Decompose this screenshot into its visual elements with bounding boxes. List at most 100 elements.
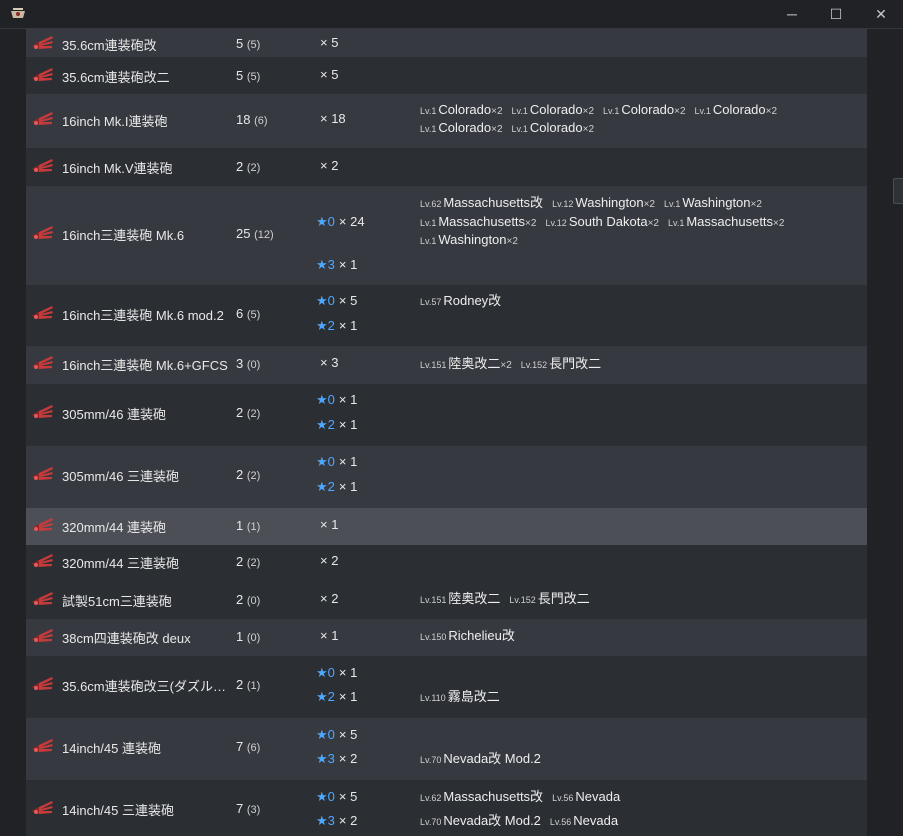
equipment-row[interactable]: 320mm/44 三連装砲 2 (2) × 2 <box>26 545 867 582</box>
count-unused: (2) <box>246 470 261 482</box>
ship-entry[interactable]: Lv.56 Nevada <box>550 811 618 832</box>
ship-line: Lv.1 Washington×2 <box>420 230 527 251</box>
ship-multiplier: ×2 <box>647 218 659 229</box>
ship-name: Washington <box>575 195 644 210</box>
count-total: 2 <box>236 467 244 482</box>
ship-entry[interactable]: Lv.12 South Dakota×2 <box>545 212 659 233</box>
main-gun-icon <box>32 592 53 605</box>
ship-level: Lv.1 <box>511 124 528 134</box>
equipment-row[interactable]: 35.6cm連装砲改三(ダズル迷彩仕様)2 (1)★0× 1★2× 1Lv.11… <box>26 656 867 718</box>
minimize-button[interactable]: ─ <box>770 0 814 28</box>
main-gun-icon <box>32 467 53 480</box>
improvement-star: ★0 <box>316 665 335 680</box>
ship-entry[interactable]: Lv.152 長門改二 <box>509 589 589 610</box>
ship-entry[interactable]: Lv.1 Colorado×2 <box>695 100 778 121</box>
vertical-scrollbar[interactable] <box>888 29 903 836</box>
equipment-name: 16inch Mk.V連装砲 <box>62 161 173 176</box>
equipment-row[interactable]: 16inch三連装砲 Mk.6 25 (12) ★0 × 24 ★3 × 1 Lv.62 Ma… <box>26 186 867 285</box>
equipment-count: 5 (5) <box>236 68 260 83</box>
main-gun-icon <box>32 739 53 752</box>
improvement-level: ★2 × 1 <box>316 417 357 433</box>
ship-level: Lv.12 <box>552 199 574 209</box>
improvement-level: × 5 <box>316 67 338 82</box>
improvement-star: ★2 <box>316 479 335 494</box>
equipment-row[interactable]: 35.6cm連装砲改 5 (5) × 5 <box>26 29 867 57</box>
improvement-count: × 1 <box>338 479 358 494</box>
ship-level: Lv.70 <box>420 817 442 827</box>
ship-line: Lv.110 霧島改二 <box>420 687 509 708</box>
main-gun-icon <box>32 356 53 369</box>
ship-entry[interactable]: Lv.70 Nevada改 Mod.2 <box>420 811 541 832</box>
main-gun-icon <box>32 112 53 125</box>
ship-level: Lv.1 <box>420 218 437 228</box>
equipment-row[interactable]: 試製51cm三連装砲 2 (0) × 2 Lv.151 陸奥改二 Lv.152 長門改二 <box>26 582 867 619</box>
improvement-level: × 2 <box>316 591 338 606</box>
ship-entry[interactable]: Lv.12 Washington×2 <box>552 193 655 214</box>
ship-entry[interactable]: Lv.1 Colorado×2 <box>603 100 686 121</box>
improvement-level: ★0 × 5 <box>316 293 357 309</box>
ship-entry[interactable]: Lv.56 Nevada <box>552 787 620 808</box>
improvement-count: × 2 <box>320 158 339 173</box>
ship-multiplier: ×2 <box>582 124 595 135</box>
equipment-row[interactable]: 16inch Mk.V連装砲 2 (2) × 2 <box>26 148 867 186</box>
ship-name: Colorado <box>712 102 766 117</box>
equipment-row[interactable]: 14inch/45 連装砲 7 (6) ★0 × 5 ★3 × 2 Lv.70 Nevada改… <box>26 718 867 780</box>
equipment-row[interactable]: 38cm四連装砲改 deux 1 (0) × 1 Lv.150 Richelieu改 <box>26 619 867 656</box>
ship-entry[interactable]: Lv.1 Massachusetts×2 <box>668 212 784 233</box>
ship-entry[interactable]: Lv.151 陸奥改二 <box>420 589 500 610</box>
improvement-count: × 2 <box>338 813 358 828</box>
count-unused: (5) <box>246 71 261 83</box>
equipment-row[interactable]: 320mm/44 連装砲 1 (1) × 1 <box>26 508 867 545</box>
improvement-count: × 1 <box>320 628 339 643</box>
improvement-count: × 24 <box>338 214 365 229</box>
ship-entry[interactable]: Lv.150 Richelieu改 <box>420 626 515 647</box>
ship-level: Lv.56 <box>552 793 574 803</box>
count-unused: (5) <box>246 309 261 321</box>
maximize-button[interactable]: ☐ <box>814 0 858 28</box>
ship-multiplier: ×2 <box>674 106 686 117</box>
ship-name: 陸奥改二 <box>448 356 501 371</box>
ship-entry[interactable]: Lv.70 Nevada改 Mod.2 <box>420 749 541 770</box>
ship-level: Lv.57 <box>420 297 442 307</box>
improvement-star: ★0 <box>316 214 335 229</box>
ship-level: Lv.1 <box>420 106 437 116</box>
improvement-count: × 1 <box>338 454 358 469</box>
improvement-count: × 2 <box>338 751 358 766</box>
ship-entry[interactable]: Lv.57 Rodney改 <box>420 291 501 312</box>
equipment-name: 16inch三連装砲 Mk.6 mod.2 <box>62 308 224 323</box>
equipment-row[interactable]: 35.6cm連装砲改二 5 (5) × 5 <box>26 57 867 94</box>
ship-name: 長門改二 <box>537 591 590 606</box>
scrollbar-thumb[interactable] <box>893 178 903 204</box>
ship-entry[interactable]: Lv.152 長門改二 <box>521 354 601 375</box>
equipment-row[interactable]: 305mm/46 三連装砲 2 (2) ★0 × 1 ★2 × 1 <box>26 446 867 508</box>
ship-name: Nevada改 Mod.2 <box>443 751 541 766</box>
equipment-row[interactable]: 16inch Mk.I連装砲 18 (6) × 18 Lv.1 Colorado×2 Lv… <box>26 94 867 148</box>
equipment-name: 35.6cm連装砲改三(ダズル迷彩仕様) <box>62 679 230 694</box>
equipment-row[interactable]: 14inch/45 三連装砲 7 (3) ★0 × 5 ★3 × 2 Lv.62 Massac… <box>26 780 867 836</box>
close-button[interactable]: ✕ <box>859 0 903 28</box>
improvement-count: × 1 <box>320 517 339 532</box>
equipment-name: 320mm/44 三連装砲 <box>62 556 180 571</box>
main-gun-icon <box>32 226 53 239</box>
equipment-row[interactable]: 305mm/46 連装砲 2 (2) ★0 × 1 ★2 × 1 <box>26 384 867 446</box>
improvement-count: × 5 <box>338 727 358 742</box>
count-total: 1 <box>236 629 244 644</box>
equipment-count: 5 (5) <box>236 36 260 51</box>
ship-entry[interactable]: Lv.1 Colorado×2 <box>420 118 503 139</box>
improvement-level: × 18 <box>316 111 346 126</box>
ship-entry[interactable]: Lv.1 Colorado×2 <box>512 118 595 139</box>
ship-entry[interactable]: Lv.1 Washington×2 <box>420 230 518 251</box>
count-total: 2 <box>236 677 244 692</box>
count-total: 7 <box>236 801 244 816</box>
equipment-count: 1 (0) <box>236 629 260 644</box>
ship-entry[interactable]: Lv.1 Washington×2 <box>664 193 762 214</box>
ship-name: 陸奥改二 <box>448 591 501 606</box>
equipment-row[interactable]: 16inch三連装砲 Mk.6 mod.2 6 (5) ★0 × 5 ★2 × 1 Lv.5… <box>26 285 867 346</box>
ship-entry[interactable]: Lv.62 Massachusetts改 <box>420 787 543 808</box>
ship-entry[interactable]: Lv.110 霧島改二 <box>420 687 500 708</box>
equipment-row[interactable]: 16inch三連装砲 Mk.6+GFCS 3 (0) × 3 Lv.151 陸奥改二×2… <box>26 346 867 384</box>
ship-line: Lv.62 Massachusetts改 Lv.56 Nevada <box>420 787 629 808</box>
ship-entry[interactable]: Lv.62 Massachusetts改 <box>420 193 543 214</box>
ship-name: 長門改二 <box>549 356 602 371</box>
ship-entry[interactable]: Lv.151 陸奥改二×2 <box>420 354 512 375</box>
